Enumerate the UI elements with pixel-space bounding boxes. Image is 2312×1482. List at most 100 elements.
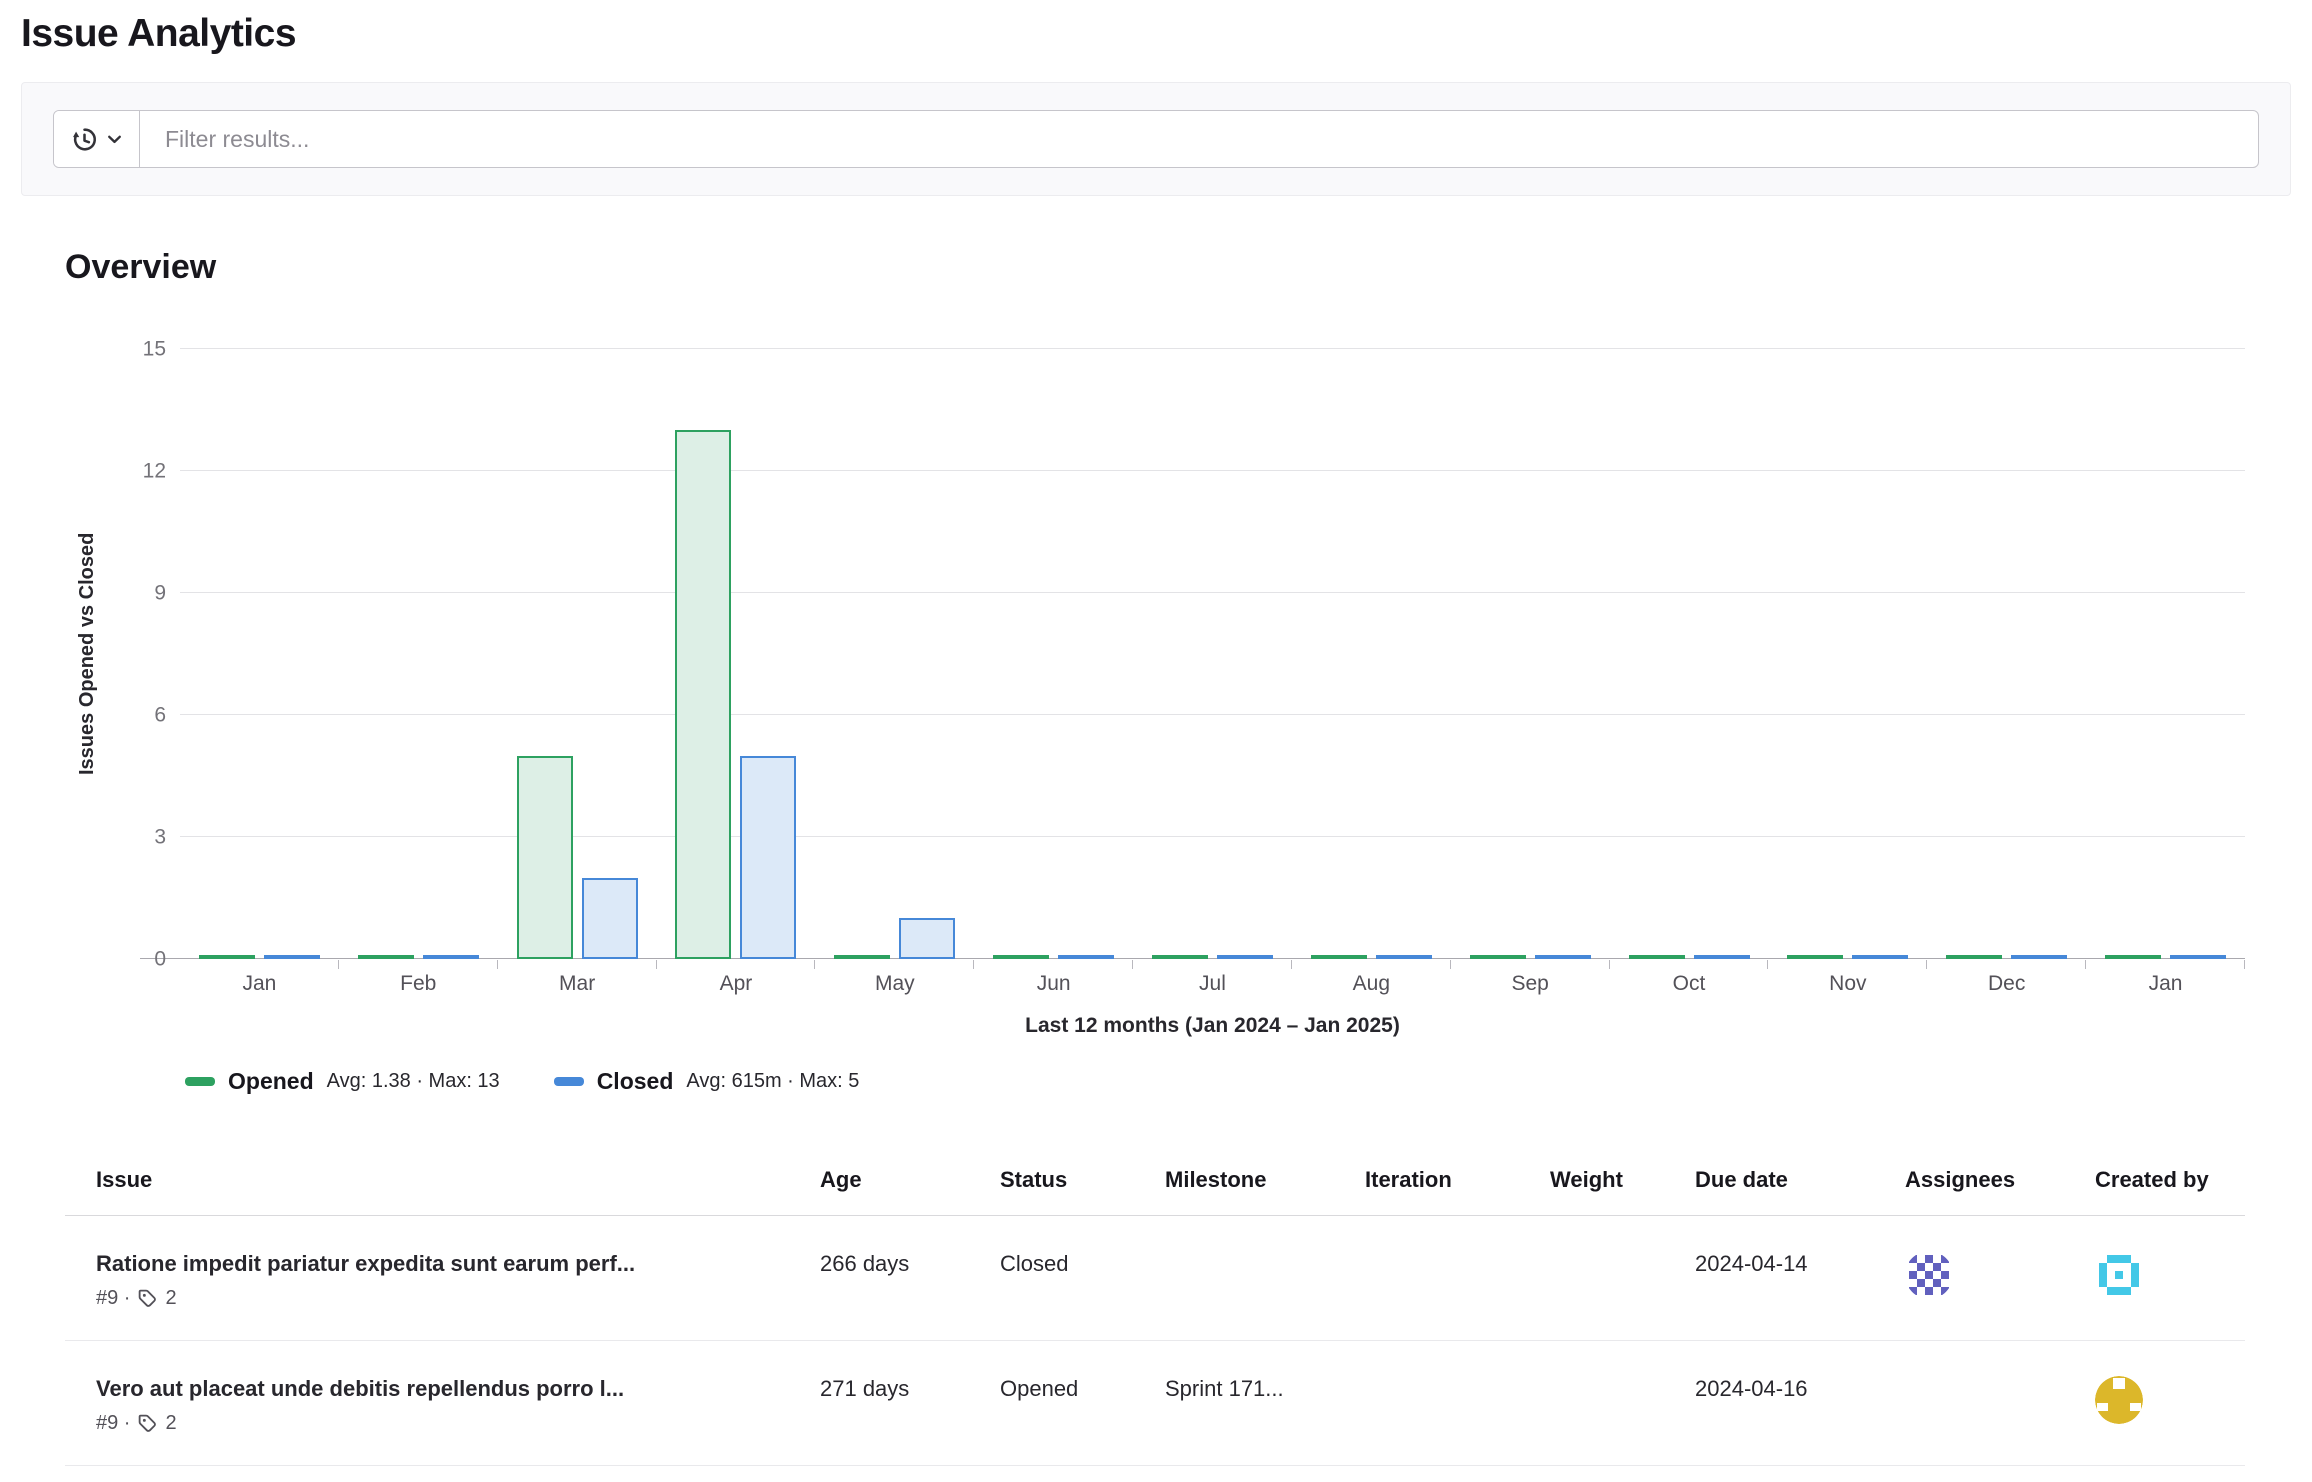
issue-cell: Vero aut placeat unde debitis repellendu…	[65, 1341, 820, 1466]
bar-opened	[834, 955, 890, 959]
legend-item-opened[interactable]: Opened Avg: 1.38 · Max: 13	[185, 1068, 500, 1095]
filtered-search-box	[53, 110, 2259, 168]
bar-opened	[1946, 955, 2002, 959]
col-header-milestone: Milestone	[1165, 1153, 1365, 1216]
bar-opened	[358, 955, 414, 959]
age-cell: 271 days	[820, 1341, 1000, 1466]
x-tick-label: Nov	[1768, 972, 1927, 996]
bar-closed	[1535, 955, 1591, 959]
filter-bar	[21, 82, 2291, 196]
recent-searches-button[interactable]	[54, 111, 140, 167]
table-row: Vero aut placeat unde debitis repellendu…	[65, 1341, 2245, 1466]
issue-ref: #9 ·	[96, 1412, 130, 1435]
x-tick-label: Aug	[1292, 972, 1451, 996]
issue-meta: #9 · 2	[96, 1412, 812, 1435]
x-tick-label: Feb	[339, 972, 498, 996]
bar-opened	[199, 955, 255, 959]
age-cell: 266 days	[820, 1216, 1000, 1341]
status-cell: Opened	[1000, 1341, 1165, 1466]
milestone-cell	[1165, 1216, 1365, 1341]
chart-slot-aug	[1292, 349, 1451, 959]
chart-slot-jan	[2086, 349, 2245, 959]
x-tick-label: May	[815, 972, 974, 996]
bar-closed	[1376, 955, 1432, 959]
bar-closed	[1058, 955, 1114, 959]
bar-closed	[423, 955, 479, 959]
chart-slot-oct	[1610, 349, 1769, 959]
chart-slot-sep	[1451, 349, 1610, 959]
legend-item-closed[interactable]: ClosedAvg: 615m · Max: 5	[554, 1068, 860, 1095]
label-tag-icon	[137, 1288, 158, 1309]
chart-xlabels: JanFebMarAprMayJunJulAugSepOctNovDecJan	[180, 972, 2245, 996]
chart-slot-jul	[1133, 349, 1292, 959]
assignees-cell	[1905, 1341, 2095, 1466]
x-tick-label: Jan	[2086, 972, 2245, 996]
bar-opened	[2105, 955, 2161, 959]
legend-series-name: Closed	[597, 1068, 674, 1095]
created-by-cell	[2095, 1341, 2245, 1466]
legend-series-stats: Avg: 1.38 · Max: 13	[327, 1070, 500, 1093]
legend-swatch	[185, 1077, 215, 1086]
chart-slot-jan	[180, 349, 339, 959]
x-tick-label: Dec	[1927, 972, 2086, 996]
col-header-created-by: Created by	[2095, 1153, 2245, 1216]
table-header-row: Issue Age Status Milestone Iteration Wei…	[65, 1153, 2245, 1216]
chart-slot-dec	[1927, 349, 2086, 959]
bar-opened	[675, 430, 731, 959]
created-by-cell	[2095, 1216, 2245, 1341]
y-tick-label: 9	[154, 583, 166, 604]
bar-opened	[1629, 955, 1685, 959]
legend-swatch	[554, 1077, 584, 1086]
legend-series-name: Opened	[228, 1068, 314, 1095]
iteration-cell	[1365, 1341, 1550, 1466]
due-date-cell: 2024-04-16	[1695, 1341, 1905, 1466]
col-header-iteration: Iteration	[1365, 1153, 1550, 1216]
page-title: Issue Analytics	[21, 12, 2312, 56]
chart-x-axis-title: Last 12 months (Jan 2024 – Jan 2025)	[180, 1014, 2245, 1038]
issue-title-link[interactable]: Ratione impedit pariatur expedita sunt e…	[96, 1251, 812, 1277]
bar-opened	[1787, 955, 1843, 959]
assignees-cell	[1905, 1216, 2095, 1341]
chart-legend: Opened Avg: 1.38 · Max: 13 ClosedAvg: 615m…	[185, 1068, 2245, 1095]
bar-closed	[582, 878, 638, 959]
label-count: 2	[165, 1412, 176, 1435]
creator-avatar[interactable]	[2095, 1376, 2143, 1424]
y-tick-label: 15	[143, 339, 166, 360]
chart-slot-apr	[657, 349, 816, 959]
x-tick-label: Mar	[498, 972, 657, 996]
chevron-down-icon	[107, 132, 122, 147]
bar-closed	[2011, 955, 2067, 959]
y-tick-label: 0	[154, 949, 166, 970]
y-tick-label: 3	[154, 827, 166, 848]
issue-cell: Ratione impedit pariatur expedita sunt e…	[65, 1216, 820, 1341]
weight-cell	[1550, 1216, 1695, 1341]
col-header-weight: Weight	[1550, 1153, 1695, 1216]
chart-bars	[180, 349, 2245, 959]
chart-y-axis-title: Issues Opened vs Closed	[76, 349, 99, 959]
creator-avatar[interactable]	[2095, 1251, 2143, 1299]
due-date-cell: 2024-04-14	[1695, 1216, 1905, 1341]
bar-closed	[899, 918, 955, 959]
x-tick-label: Oct	[1610, 972, 1769, 996]
weight-cell	[1550, 1341, 1695, 1466]
bar-opened	[517, 756, 573, 959]
bar-closed	[1217, 955, 1273, 959]
chart-slot-may	[815, 349, 974, 959]
bar-opened	[1152, 955, 1208, 959]
label-tag-icon	[137, 1413, 158, 1434]
assignee-avatar[interactable]	[1905, 1251, 1953, 1299]
col-header-assignees: Assignees	[1905, 1153, 2095, 1216]
col-header-issue: Issue	[65, 1153, 820, 1216]
issue-title-link[interactable]: Vero aut placeat unde debitis repellendu…	[96, 1376, 812, 1402]
bar-closed	[264, 955, 320, 959]
status-cell: Closed	[1000, 1216, 1165, 1341]
x-tick-label: Apr	[657, 972, 816, 996]
col-header-status: Status	[1000, 1153, 1165, 1216]
chart-slot-jun	[974, 349, 1133, 959]
col-header-age: Age	[820, 1153, 1000, 1216]
filter-input[interactable]	[140, 111, 2258, 167]
chart-plot-area: Issues Opened vs Closed 03691215	[180, 349, 2245, 959]
bar-opened	[993, 955, 1049, 959]
y-tick-label: 12	[143, 461, 166, 482]
chart-slot-feb	[339, 349, 498, 959]
